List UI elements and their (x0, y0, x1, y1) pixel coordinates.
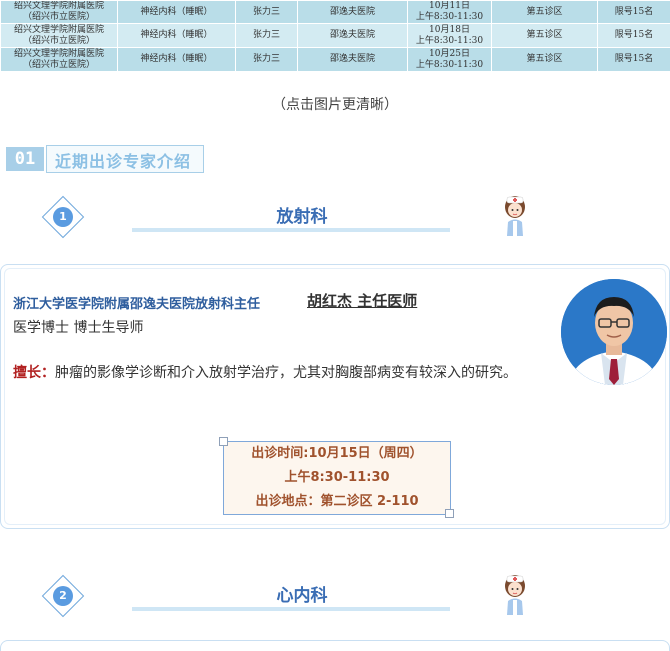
dept-underline (132, 607, 450, 611)
dept-header-radiology: 1 放射科 (0, 196, 670, 246)
section-banner: 01 近期出诊专家介绍 (6, 145, 204, 173)
resize-handle-top-left[interactable] (219, 437, 228, 446)
specialty-text: 肿瘤的影像学诊断和介入放射学治疗，尤其对胸腹部病变有较深入的研究。 (55, 365, 517, 381)
doctor-name[interactable]: 胡红杰 主任医师 (307, 290, 417, 311)
table-row: 绍兴文理学院附属医院（绍兴市立医院） 神经内科（睡眠） 张力三 邵逸夫医院 10… (1, 24, 670, 48)
section-title-box: 近期出诊专家介绍 (46, 145, 204, 173)
visit-time: 出诊时间:10月15日（周四） (224, 442, 450, 466)
visit-info-box: 出诊时间:10月15日（周四） 上午8:30-11:30 出诊地点：第二诊区 2… (223, 441, 451, 515)
dept-header-cardiology: 2 心内科 (0, 575, 670, 625)
section-title: 近期出诊专家介绍 (55, 148, 191, 172)
doctor-degree: 医学博士 博士生导师 (13, 317, 143, 337)
visit-place: 出诊地点：第二诊区 2-110 (224, 490, 450, 514)
dept-underline (132, 228, 450, 232)
doctor-hospital: 浙江大学医学院附属邵逸夫医院放射科主任 (13, 293, 260, 312)
doctor-portrait-icon (561, 279, 667, 385)
nurse-icon (502, 194, 528, 236)
doctor-photo (561, 279, 667, 385)
nurse-icon (502, 573, 528, 615)
section-number: 01 (6, 147, 44, 171)
table-row: 绍兴文理学院附属医院（绍兴市立医院） 神经内科（睡眠） 张力三 邵逸夫医院 10… (1, 1, 670, 24)
resize-handle-bottom-right[interactable] (445, 509, 454, 518)
visit-hours: 上午8:30-11:30 (224, 466, 450, 490)
doctor-card: 浙江大学医学院附属邵逸夫医院放射科主任 胡红杰 主任医师 医学博士 博士生导师 … (0, 264, 670, 529)
tap-image-hint: （点击图片更清晰） (0, 94, 670, 114)
table-row: 绍兴文理学院附属医院（绍兴市立医院） 神经内科（睡眠） 张力三 邵逸夫医院 10… (1, 48, 670, 72)
doctor-specialty: 擅长：肿瘤的影像学诊断和介入放射学治疗，尤其对胸腹部病变有较深入的研究。 (13, 357, 553, 390)
schedule-table: 绍兴文理学院附属医院（绍兴市立医院） 神经内科（睡眠） 张力三 邵逸夫医院 10… (0, 0, 670, 72)
specialty-label: 擅长： (13, 365, 55, 381)
